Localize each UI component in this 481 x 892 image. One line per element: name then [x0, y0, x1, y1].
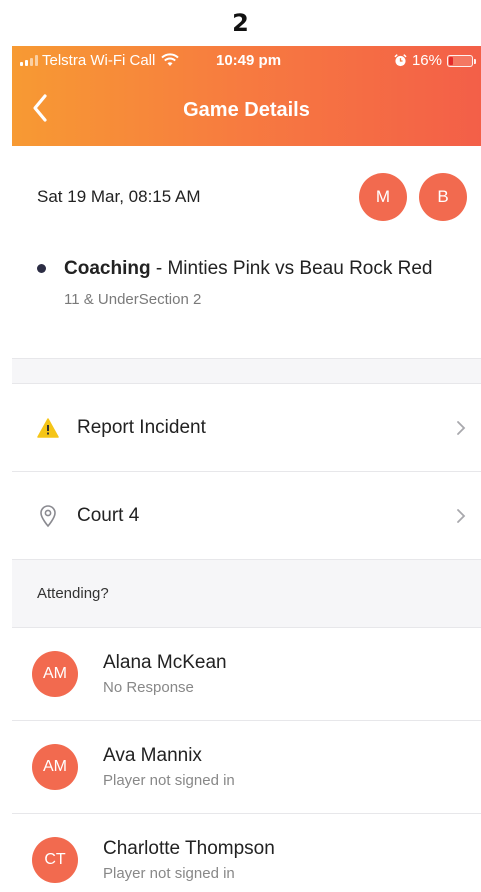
person-name: Ava Mannix	[103, 745, 202, 766]
battery-percentage: 16%	[411, 52, 442, 69]
app-screen: Telstra Wi-Fi Call 10:49 pm 16% Game Det…	[12, 46, 481, 892]
game-title-text: Coaching - Minties Pink vs Beau Rock Red	[64, 256, 433, 281]
battery-icon	[447, 54, 476, 67]
page-title: Game Details	[183, 98, 310, 121]
section-spacer	[12, 358, 481, 384]
person-text: Ava Mannix Player not signed in	[103, 745, 235, 789]
bullet-dot-icon	[37, 264, 46, 273]
list-item[interactable]: CT Charlotte Thompson Player not signed …	[12, 814, 481, 892]
game-section: 11 & UnderSection 2	[64, 291, 202, 308]
avatar[interactable]: B	[419, 173, 467, 221]
alarm-icon	[394, 54, 407, 67]
court-label: Court 4	[77, 504, 140, 526]
report-incident-label: Report Incident	[77, 416, 206, 438]
person-status: Player not signed in	[103, 865, 235, 882]
avatar: CT	[32, 837, 78, 883]
header: Telstra Wi-Fi Call 10:49 pm 16% Game Det…	[12, 46, 481, 146]
warning-icon	[37, 417, 59, 439]
wifi-icon	[161, 53, 180, 66]
location-pin-icon	[37, 504, 59, 527]
chevron-left-icon[interactable]	[28, 90, 52, 126]
person-name: Alana McKean	[103, 652, 227, 673]
avatar: AM	[32, 651, 78, 697]
person-status: Player not signed in	[103, 772, 235, 789]
person-text: Charlotte Thompson Player not signed in	[103, 838, 275, 882]
list-item[interactable]: AM Alana McKean No Response	[12, 628, 481, 721]
signal-icon	[20, 54, 38, 66]
report-incident-row[interactable]: Report Incident	[12, 384, 481, 472]
game-info: Coaching - Minties Pink vs Beau Rock Red…	[12, 248, 481, 358]
nav-bar: Game Details	[12, 74, 481, 146]
game-type: Coaching	[64, 258, 151, 279]
status-right: 16%	[394, 52, 476, 69]
team-avatars: M B	[359, 173, 467, 221]
person-status: No Response	[103, 679, 194, 696]
game-title: Coaching - Minties Pink vs Beau Rock Red	[37, 256, 456, 281]
game-datetime: Sat 19 Mar, 08:15 AM	[37, 187, 201, 206]
list-item[interactable]: AM Ava Mannix Player not signed in	[12, 721, 481, 814]
chevron-right-icon	[457, 420, 466, 435]
court-row[interactable]: Court 4	[12, 472, 481, 560]
attending-header: Attending?	[12, 560, 481, 628]
avatar: AM	[32, 744, 78, 790]
game-datetime-row: Sat 19 Mar, 08:15 AM M B	[12, 146, 481, 248]
page-number-label: 2	[0, 0, 481, 46]
chevron-right-icon	[457, 508, 466, 523]
game-matchup: - Minties Pink vs Beau Rock Red	[150, 258, 433, 279]
avatar[interactable]: M	[359, 173, 407, 221]
person-text: Alana McKean No Response	[103, 652, 227, 696]
person-name: Charlotte Thompson	[103, 838, 275, 859]
battery-fill	[449, 56, 453, 65]
status-time: 10:49 pm	[216, 52, 282, 69]
carrier-name: Telstra Wi-Fi Call	[42, 51, 156, 69]
status-bar: Telstra Wi-Fi Call 10:49 pm 16%	[12, 46, 481, 74]
